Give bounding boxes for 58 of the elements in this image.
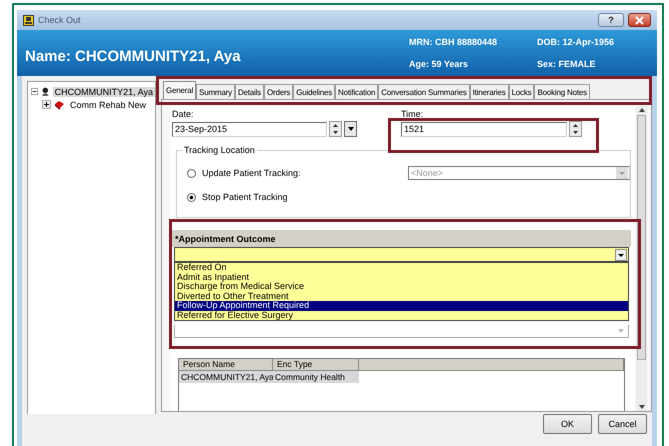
dropdown-option[interactable]: Referred On [175,263,628,272]
expand-icon[interactable] [42,100,51,109]
dob-text: DOB: 12-Apr-1956 [537,37,616,47]
dropdown-option[interactable]: Discharge from Medical Service [175,282,628,292]
dropdown-option[interactable]: Follow-Up Appointment Required [175,301,628,310]
tab[interactable]: Itineraries [470,84,509,99]
tab[interactable]: Booking Notes [534,84,590,99]
dropdown-option[interactable]: Diverted to Other Treatment [175,292,628,301]
tab[interactable]: Orders [264,84,294,99]
tree-item[interactable]: Comm Rehab New [68,100,148,110]
date-label: Date: [172,109,195,119]
date-field[interactable]: 23-Sep-2015 [172,122,327,136]
tab[interactable]: Locks [508,84,534,99]
dialog-button[interactable]: OK [543,414,592,434]
spin-arrows-icon [573,124,578,134]
column-header[interactable]: Person Name [179,359,273,371]
dropdown-arrow-icon [617,328,625,334]
person-icon [41,86,50,97]
tab[interactable]: Notification [335,84,378,99]
scroll-up-icon [638,108,644,112]
window-title: Check Out [38,15,81,25]
radio-button[interactable] [187,168,196,178]
sex-text: Sex: FEMALE [537,59,597,69]
tab[interactable]: Guidelines [293,84,336,99]
tab[interactable]: Details [234,84,264,99]
table-cell: Community Health [273,371,359,383]
close-button[interactable] [628,13,651,27]
outcome-label: *Appointment Outcome [175,234,276,244]
table-cell: CHCOMMUNITY21, Aya [179,371,273,383]
book-icon [54,100,65,110]
dropdown-option[interactable]: Referred for Elective Surgery [175,310,628,320]
app-icon [23,14,34,26]
tab[interactable]: Summary [196,84,235,99]
age-text: Age: 59 Years [409,59,469,69]
group-title: Tracking Location [182,145,257,155]
help-button[interactable]: ? [598,13,624,27]
time-label: Time: [401,109,424,119]
tab[interactable]: General [163,81,196,99]
scroll-down-icon [638,405,644,409]
collapse-icon[interactable] [31,87,38,96]
radio-label: Stop Patient Tracking [202,192,289,202]
close-icon [635,16,644,24]
spin-button[interactable] [569,121,582,137]
tab[interactable]: Conversation Summaries [378,84,470,99]
radio-label: Update Patient Tracking: [202,168,302,178]
combo-field[interactable] [174,325,629,338]
caret-icon [348,127,354,131]
time-field[interactable]: 1521 [401,122,567,136]
dropdown-option[interactable]: Admit as Inpatient [175,272,628,282]
dialog-button[interactable]: Cancel [598,414,647,434]
column-header[interactable]: Enc Type [273,359,359,371]
patient-name: Name: CHCOMMUNITY21, Aya [25,46,242,64]
mrn-text: MRN: CBH 88880448 [409,37,498,47]
spin-button[interactable] [329,121,342,137]
tree-item[interactable]: CHCOMMUNITY21, Aya [52,86,155,96]
spin-arrows-icon [333,124,338,134]
calendar-dropdown-button[interactable] [344,121,357,137]
radio-button[interactable] [187,192,196,202]
